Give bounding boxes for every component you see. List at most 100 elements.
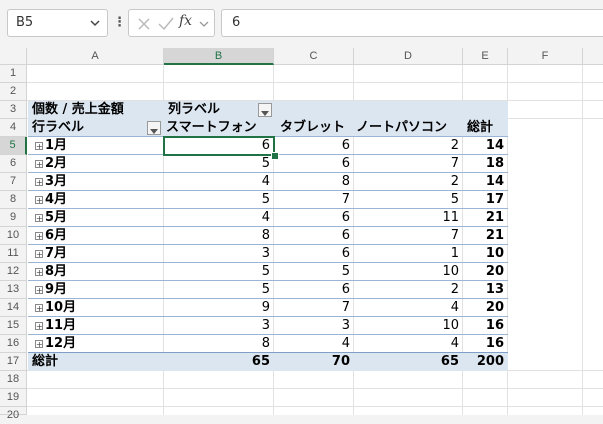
more-options-icon[interactable]: ⋮ (113, 11, 126, 35)
column-header-d[interactable]: D (354, 48, 463, 65)
grand-total-label[interactable]: 総計 (32, 353, 152, 371)
row-total-cell[interactable]: 21 (463, 227, 508, 245)
expand-icon[interactable]: + (35, 340, 43, 349)
expand-icon[interactable]: + (35, 214, 43, 223)
value-cell[interactable]: 2 (354, 173, 463, 191)
value-cell[interactable]: 4 (164, 209, 274, 227)
row-header-3[interactable]: 3 (0, 101, 27, 119)
select-all-corner[interactable] (0, 48, 27, 65)
column-header-g[interactable] (583, 48, 603, 65)
value-cell[interactable]: 4 (354, 335, 463, 353)
value-cell[interactable]: 10 (354, 317, 463, 335)
column-filter-button[interactable] (258, 103, 272, 117)
column-header-b[interactable]: B (164, 48, 274, 65)
row-header-4[interactable]: 4 (0, 119, 27, 137)
row-header-1[interactable]: 1 (0, 65, 27, 83)
month-label[interactable]: 9月 (45, 281, 145, 299)
expand-icon[interactable]: + (35, 322, 43, 331)
row-header-17[interactable]: 17 (0, 353, 27, 371)
value-cell[interactable]: 6 (274, 155, 354, 173)
grand-total-cell[interactable]: 65 (164, 353, 274, 371)
row-total-cell[interactable]: 16 (463, 317, 508, 335)
grand-total-cell[interactable]: 70 (274, 353, 354, 371)
row-header-9[interactable]: 9 (0, 209, 27, 227)
pivot-value-field[interactable]: 個数 / 売上金額 (32, 101, 164, 119)
name-box[interactable]: B5 (7, 9, 108, 37)
row-total-cell[interactable]: 10 (463, 245, 508, 263)
row-total-cell[interactable]: 14 (463, 173, 508, 191)
chevron-down-icon[interactable] (89, 16, 101, 30)
month-label[interactable]: 6月 (45, 227, 145, 245)
row-header-19[interactable]: 19 (0, 389, 27, 407)
value-cell[interactable]: 7 (354, 227, 463, 245)
month-label[interactable]: 11月 (45, 317, 145, 335)
row-header-6[interactable]: 6 (0, 155, 27, 173)
formula-input[interactable]: 6 (221, 9, 603, 37)
value-cell[interactable]: 8 (274, 173, 354, 191)
row-header-20[interactable]: 20 (0, 407, 27, 421)
value-cell[interactable]: 11 (354, 209, 463, 227)
expand-icon[interactable]: + (35, 268, 43, 277)
value-cell[interactable]: 5 (164, 155, 274, 173)
enter-icon[interactable] (156, 14, 176, 34)
value-cell[interactable]: 6 (274, 227, 354, 245)
row-header-5[interactable]: 5 (0, 137, 27, 155)
row-total-cell[interactable]: 14 (463, 137, 508, 155)
expand-icon[interactable]: + (35, 160, 43, 169)
column-header-a[interactable]: A (27, 48, 164, 65)
row-header-10[interactable]: 10 (0, 227, 27, 245)
pivot-row-labels[interactable]: 行ラベル (32, 119, 142, 137)
value-cell[interactable]: 6 (274, 281, 354, 299)
value-cell[interactable]: 1 (354, 245, 463, 263)
row-total-cell[interactable]: 20 (463, 263, 508, 281)
pivot-column-labels[interactable]: 列ラベル (168, 101, 258, 119)
column-header-c[interactable]: C (274, 48, 354, 65)
expand-icon[interactable]: + (35, 250, 43, 259)
active-cell-selection[interactable] (163, 136, 275, 156)
expand-icon[interactable]: + (35, 178, 43, 187)
month-label[interactable]: 12月 (45, 335, 145, 353)
row-header-18[interactable]: 18 (0, 371, 27, 389)
row-header-11[interactable]: 11 (0, 245, 27, 263)
row-total-cell[interactable]: 21 (463, 209, 508, 227)
value-cell[interactable]: 4 (274, 335, 354, 353)
row-total-cell[interactable]: 18 (463, 155, 508, 173)
row-total-cell[interactable]: 13 (463, 281, 508, 299)
expand-icon[interactable]: + (35, 142, 43, 151)
value-cell[interactable]: 8 (164, 335, 274, 353)
value-cell[interactable]: 7 (274, 191, 354, 209)
row-header-15[interactable]: 15 (0, 317, 27, 335)
value-cell[interactable]: 3 (164, 317, 274, 335)
month-label[interactable]: 5月 (45, 209, 145, 227)
grand-total-cell[interactable]: 65 (354, 353, 463, 371)
cancel-icon[interactable] (134, 14, 154, 34)
month-label[interactable]: 10月 (45, 299, 145, 317)
value-cell[interactable]: 5 (274, 263, 354, 281)
value-cell[interactable]: 4 (354, 299, 463, 317)
month-label[interactable]: 8月 (45, 263, 145, 281)
value-cell[interactable]: 2 (354, 137, 463, 155)
grand-total-cell[interactable]: 200 (463, 353, 508, 371)
value-cell[interactable]: 9 (164, 299, 274, 317)
insert-function-icon[interactable]: fx (179, 13, 199, 33)
value-cell[interactable]: 6 (274, 209, 354, 227)
row-total-cell[interactable]: 17 (463, 191, 508, 209)
month-label[interactable]: 7月 (45, 245, 145, 263)
row-header-12[interactable]: 12 (0, 263, 27, 281)
value-cell[interactable]: 7 (274, 299, 354, 317)
month-label[interactable]: 4月 (45, 191, 145, 209)
value-cell[interactable]: 10 (354, 263, 463, 281)
value-cell[interactable]: 5 (164, 191, 274, 209)
expand-icon[interactable]: + (35, 196, 43, 205)
value-cell[interactable]: 3 (164, 245, 274, 263)
row-header-7[interactable]: 7 (0, 173, 27, 191)
row-total-cell[interactable]: 16 (463, 335, 508, 353)
expand-icon[interactable]: + (35, 304, 43, 313)
column-header-f[interactable]: F (508, 48, 583, 65)
expand-icon[interactable]: + (35, 286, 43, 295)
row-header-16[interactable]: 16 (0, 335, 27, 353)
value-cell[interactable]: 8 (164, 227, 274, 245)
value-cell[interactable]: 5 (164, 281, 274, 299)
chevron-down-icon[interactable] (198, 14, 210, 34)
value-cell[interactable]: 6 (274, 245, 354, 263)
